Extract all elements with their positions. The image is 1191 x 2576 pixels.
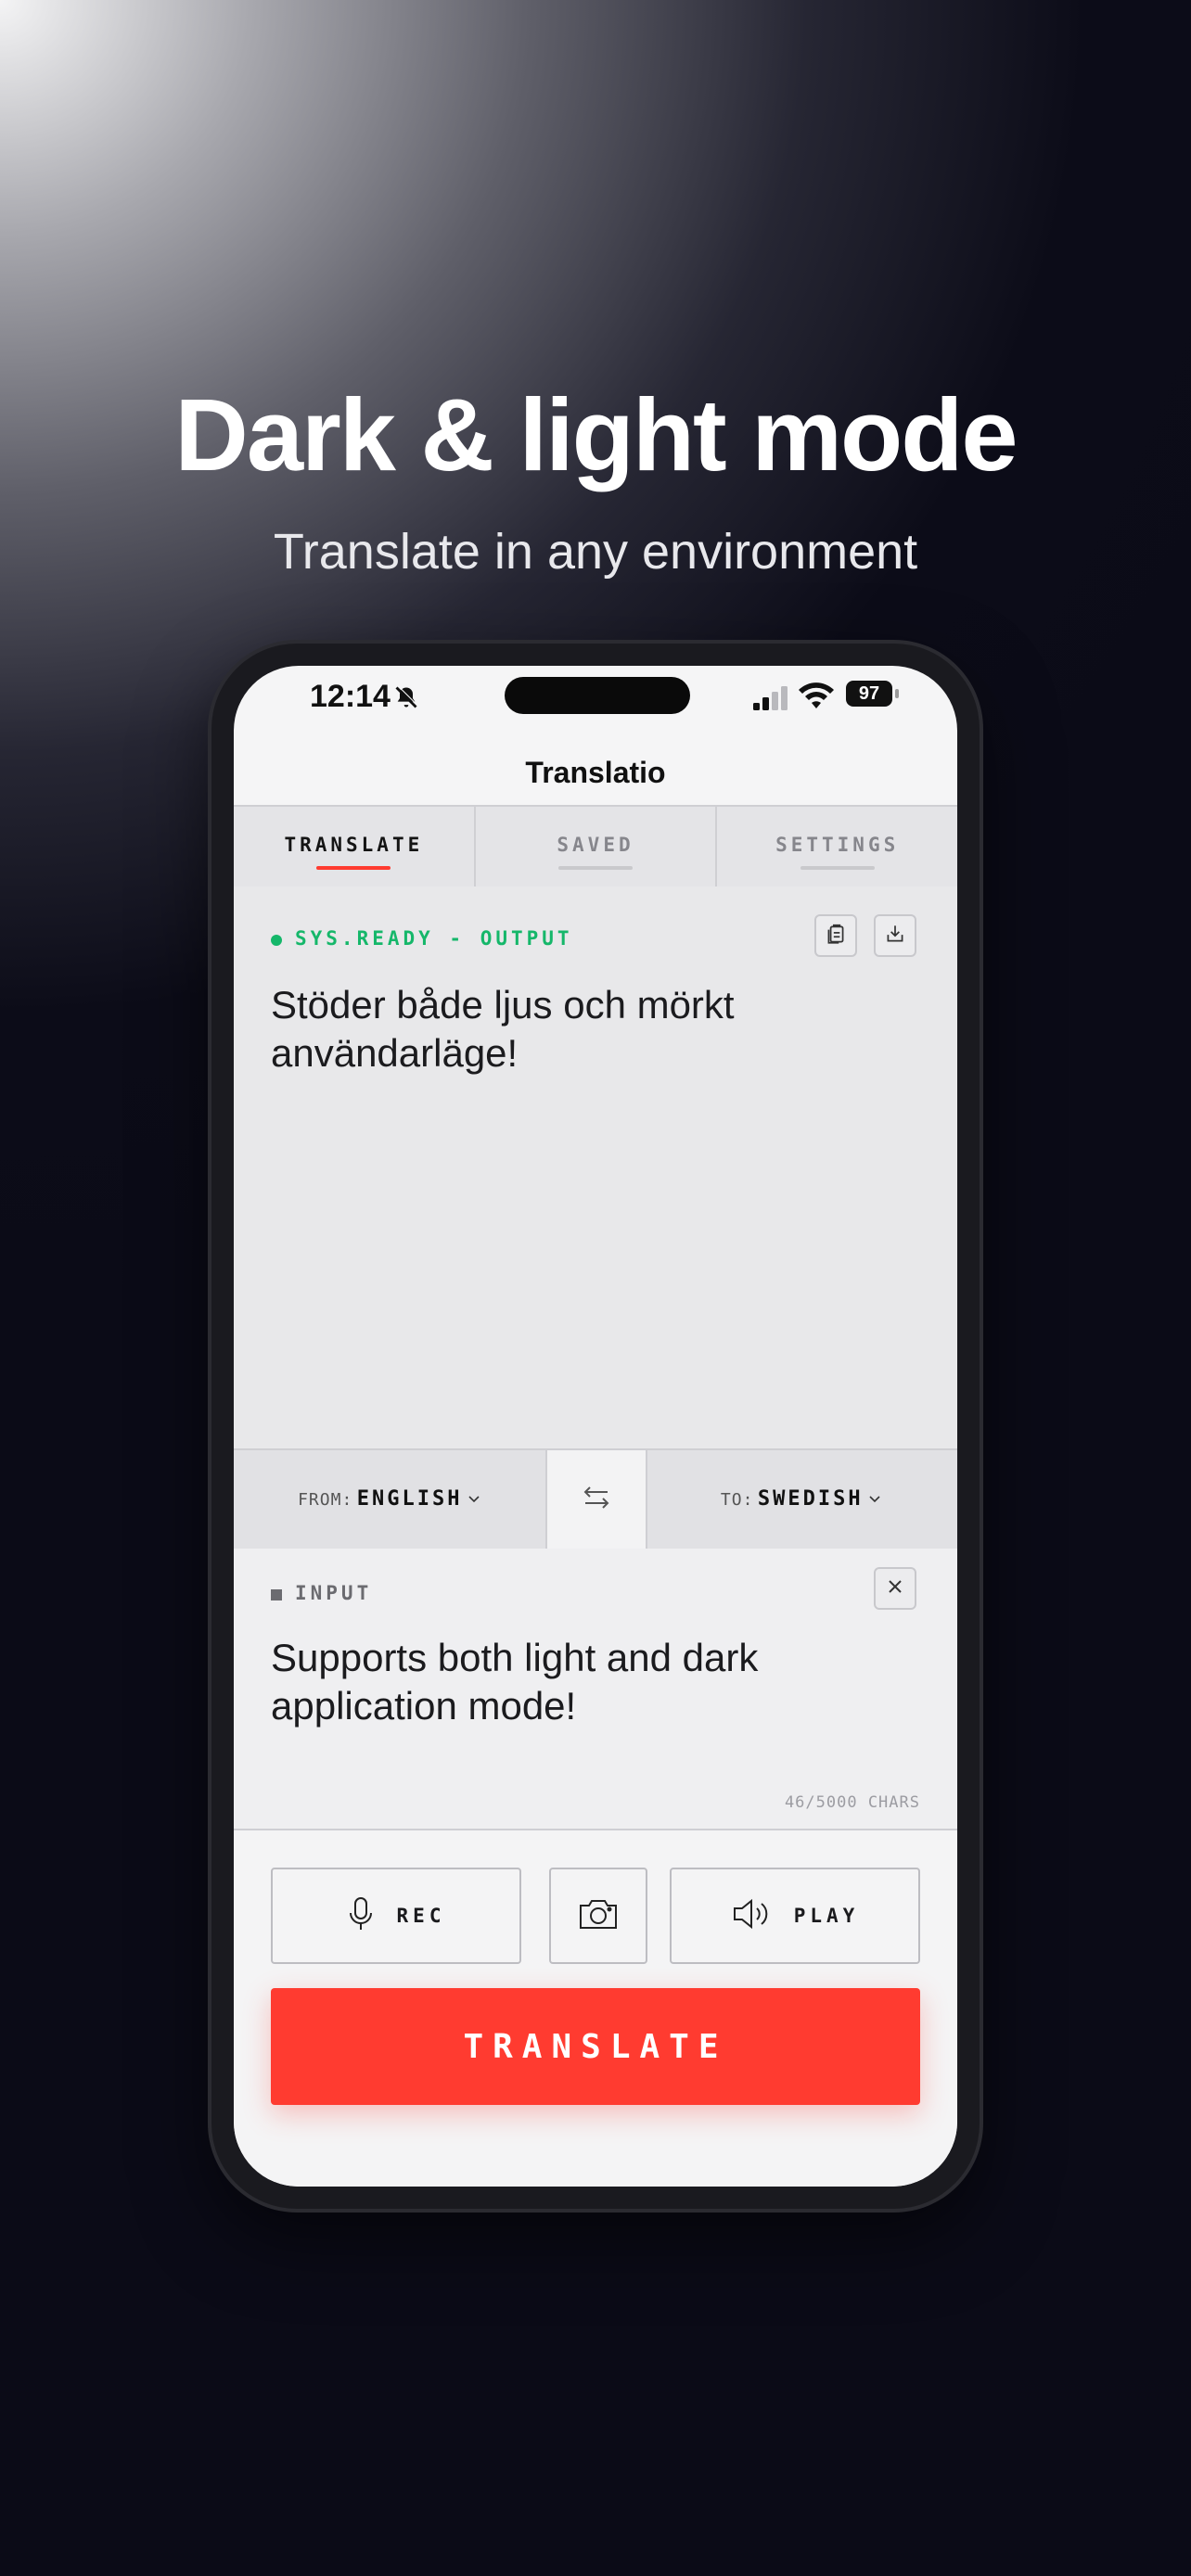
controls-panel: REC PLAY TRANSLATE <box>234 1830 957 2187</box>
wifi-icon <box>798 682 835 715</box>
tab-label: TRANSLATE <box>284 834 424 856</box>
copy-icon <box>824 922 848 950</box>
tab-underline <box>316 866 391 870</box>
camera-icon <box>577 1896 620 1936</box>
microphone-icon <box>347 1895 375 1937</box>
record-label: REC <box>396 1905 446 1927</box>
chevron-down-icon <box>467 1493 481 1509</box>
ready-status-dot <box>271 935 282 946</box>
play-button[interactable]: PLAY <box>670 1868 920 1964</box>
cellular-signal-icon <box>753 686 790 715</box>
bell-muted-icon <box>393 684 419 715</box>
output-text: Stöder både ljus och mörkt användarläge! <box>271 983 735 1075</box>
input-label: INPUT <box>295 1582 373 1604</box>
input-marker <box>271 1589 282 1600</box>
input-text[interactable]: Supports both light and dark application… <box>271 1634 920 1730</box>
from-prefix: FROM: <box>298 1490 353 1510</box>
source-language: ENGLISH <box>356 1487 463 1511</box>
camera-button[interactable] <box>549 1868 647 1964</box>
tab-underline <box>558 866 633 870</box>
copy-button[interactable] <box>814 914 857 957</box>
translate-button[interactable]: TRANSLATE <box>271 1988 920 2105</box>
tab-settings[interactable]: SETTINGS <box>717 807 957 886</box>
record-button[interactable]: REC <box>271 1868 521 1964</box>
tab-translate[interactable]: TRANSLATE <box>234 807 476 886</box>
save-button[interactable] <box>874 914 916 957</box>
play-label: PLAY <box>793 1905 860 1927</box>
app-header: Translatio <box>234 740 957 805</box>
target-language-selector[interactable]: TO: SWEDISH <box>646 1450 957 1549</box>
tab-bar: TRANSLATE SAVED SETTINGS <box>234 805 957 888</box>
tab-label: SETTINGS <box>775 834 900 856</box>
dynamic-island <box>505 677 690 714</box>
app-title: Translatio <box>525 756 666 789</box>
clear-input-button[interactable] <box>874 1567 916 1610</box>
char-count: 46/5000 CHARS <box>784 1793 920 1812</box>
status-bar: 12:14 97 <box>234 666 957 740</box>
status-time: 12:14 <box>310 679 391 714</box>
tab-saved[interactable]: SAVED <box>476 807 718 886</box>
input-panel: INPUT Supports both light and dark appli… <box>234 1549 957 1830</box>
tab-label: SAVED <box>557 834 634 856</box>
output-panel: SYS.READY - OUTPUT Stöder både ljus och … <box>234 886 957 1448</box>
close-icon <box>886 1577 904 1600</box>
language-bar: FROM: ENGLISH TO: SWEDISH <box>234 1448 957 1550</box>
battery-indicator: 97 <box>846 681 899 707</box>
phone-screen: 12:14 97 Translatio TRANSLATE SAVED SETT… <box>234 666 957 2187</box>
source-language-selector[interactable]: FROM: ENGLISH <box>234 1450 545 1549</box>
to-prefix: TO: <box>720 1490 754 1510</box>
hero-subtitle: Translate in any environment <box>273 524 918 580</box>
phone-frame: 12:14 97 Translatio TRANSLATE SAVED SETT… <box>211 644 980 2209</box>
hero-title: Dark & light mode <box>174 378 1018 492</box>
chevron-down-icon <box>867 1493 882 1509</box>
tab-underline <box>800 866 875 870</box>
speaker-icon <box>731 1897 772 1935</box>
swap-languages-button[interactable] <box>545 1450 647 1549</box>
swap-arrows-icon <box>578 1479 615 1521</box>
output-status: SYS.READY - OUTPUT <box>295 927 573 950</box>
download-icon <box>883 922 907 950</box>
target-language: SWEDISH <box>757 1487 864 1511</box>
